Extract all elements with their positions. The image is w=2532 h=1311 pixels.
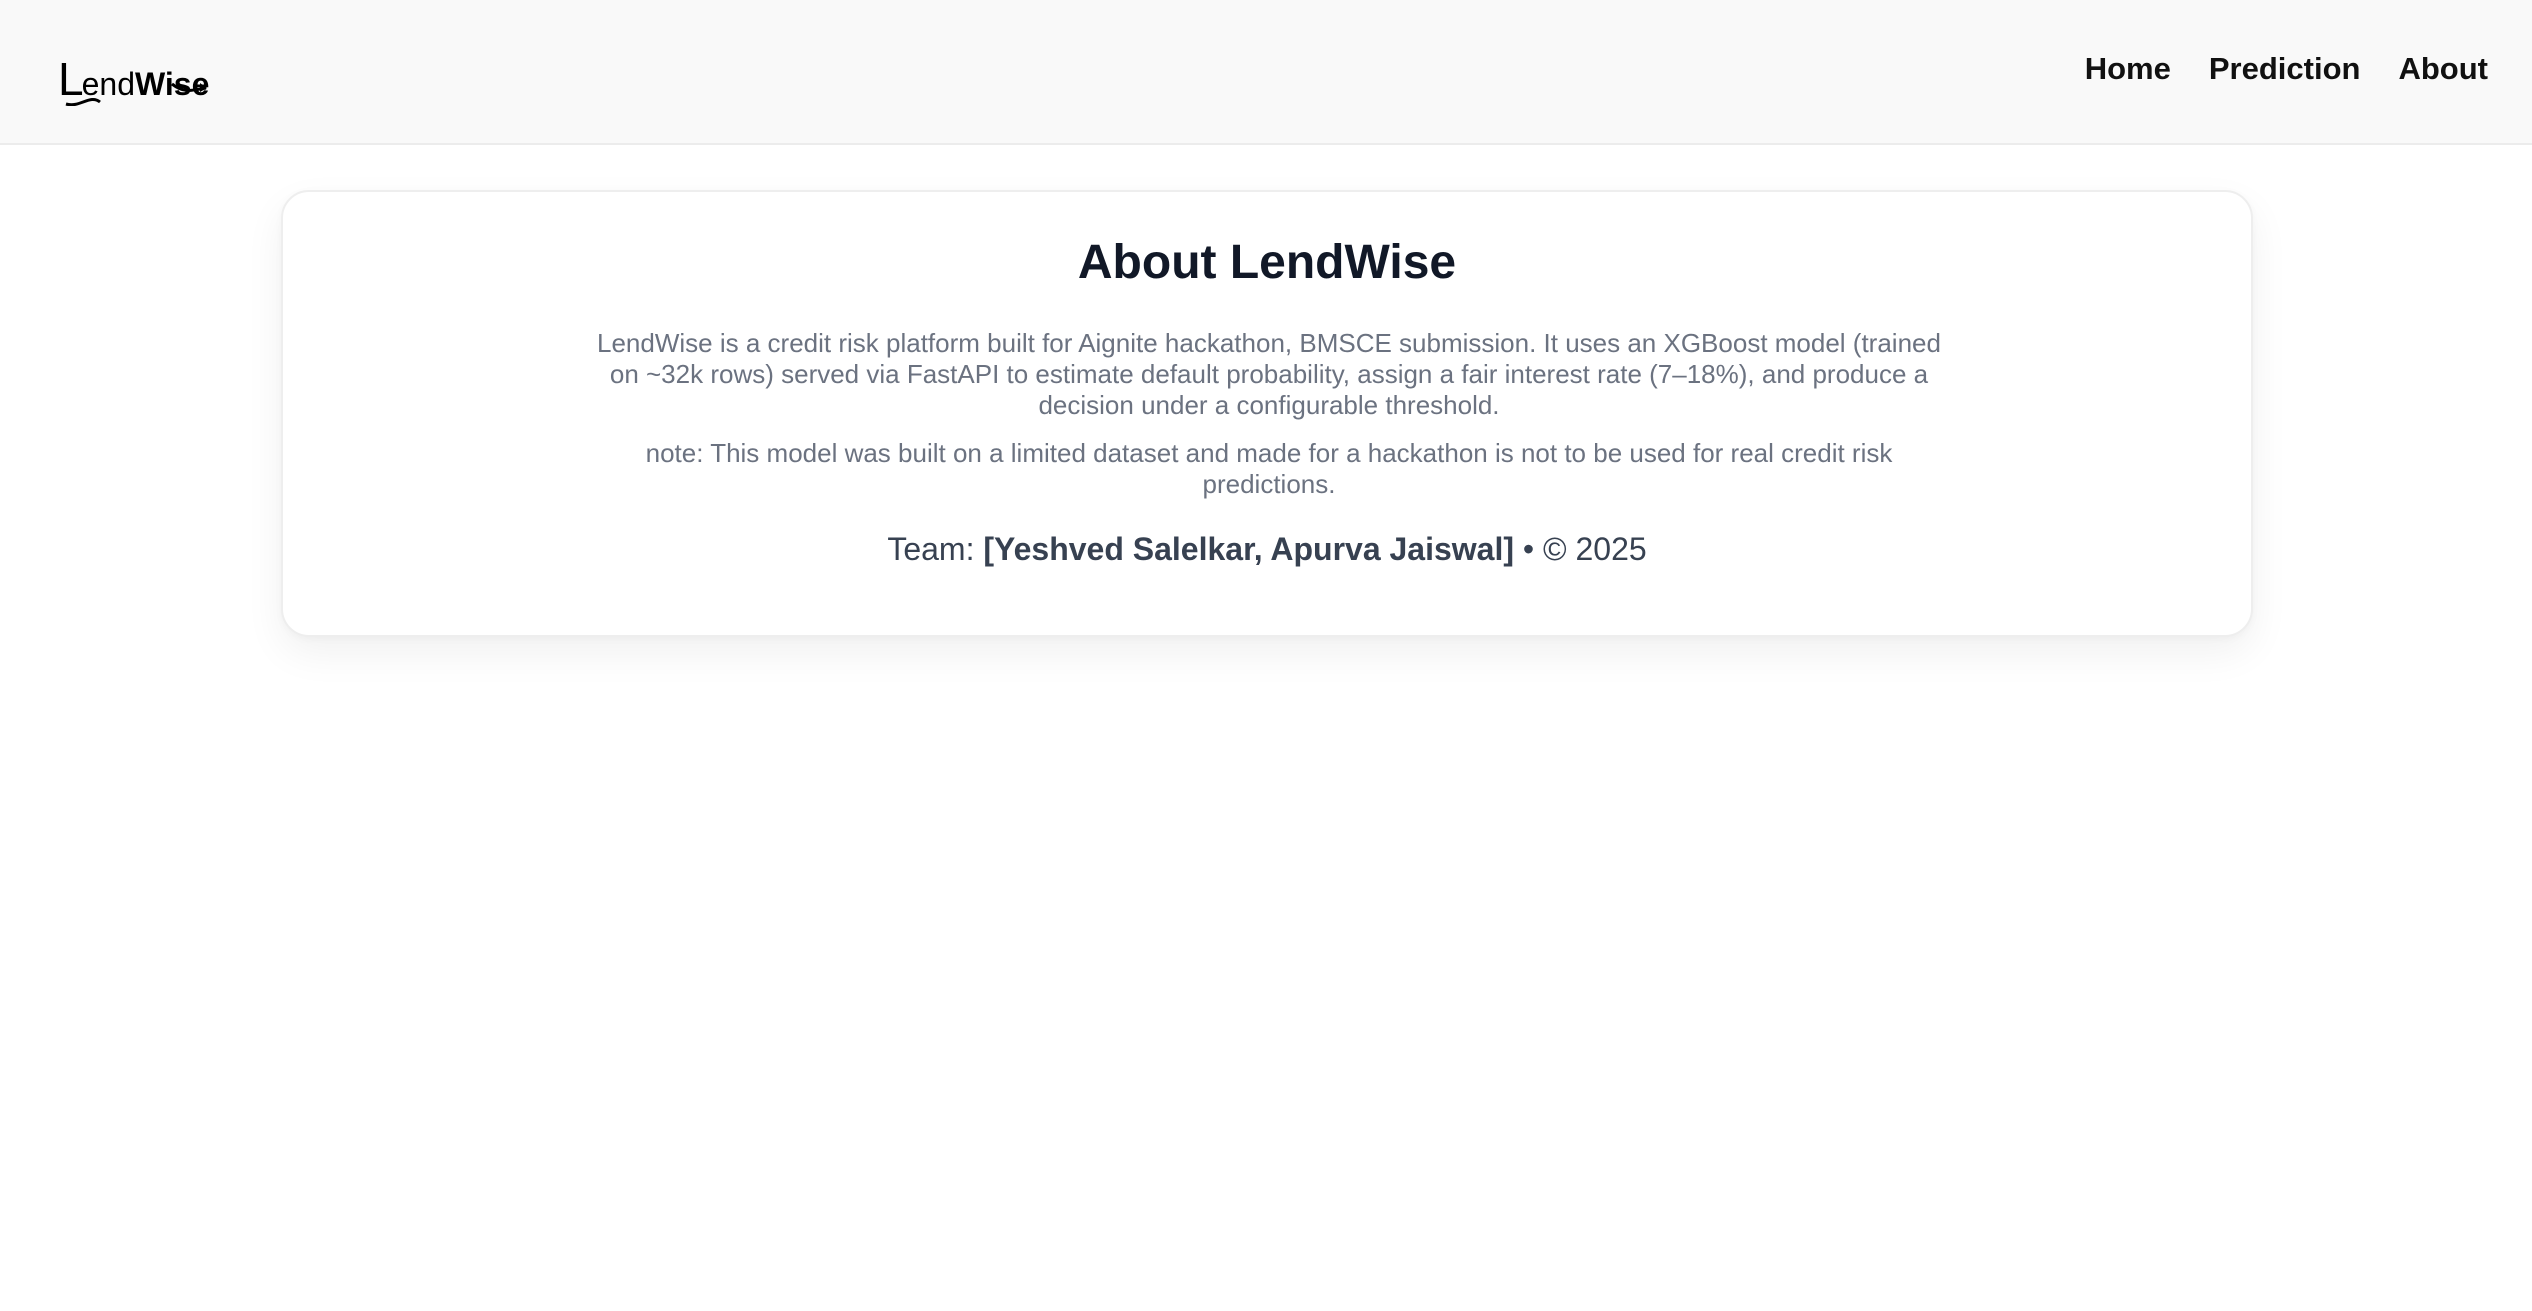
- page-title: About LendWise: [1077, 236, 1457, 289]
- nav-link-about[interactable]: About: [2398, 48, 2488, 90]
- nav-link-home[interactable]: Home: [2085, 48, 2171, 90]
- about-card: About LendWise LendWise is a credit risk…: [281, 190, 2253, 637]
- logo-link[interactable]: L end Wise: [58, 52, 210, 106]
- team-prefix: Team:: [887, 531, 984, 567]
- nav-link-prediction[interactable]: Prediction: [2209, 48, 2361, 90]
- logo-letter-l: L: [58, 53, 84, 105]
- logo-text-end: end: [81, 66, 135, 102]
- logo-text-wise: Wise: [134, 66, 210, 102]
- nav-links: Home Prediction About: [2085, 48, 2488, 90]
- about-description: LendWise is a credit risk platform built…: [597, 328, 1941, 420]
- about-note: note: This model was built on a limited …: [645, 438, 1893, 499]
- team-credits: Team: [Yeshved Salelkar, Apurva Jaiswal]…: [283, 528, 2251, 570]
- copyright: • © 2025: [1514, 531, 1647, 567]
- team-names: [Yeshved Salelkar, Apurva Jaiswal]: [983, 531, 1515, 567]
- navbar: L end Wise Home Prediction About: [0, 0, 2532, 145]
